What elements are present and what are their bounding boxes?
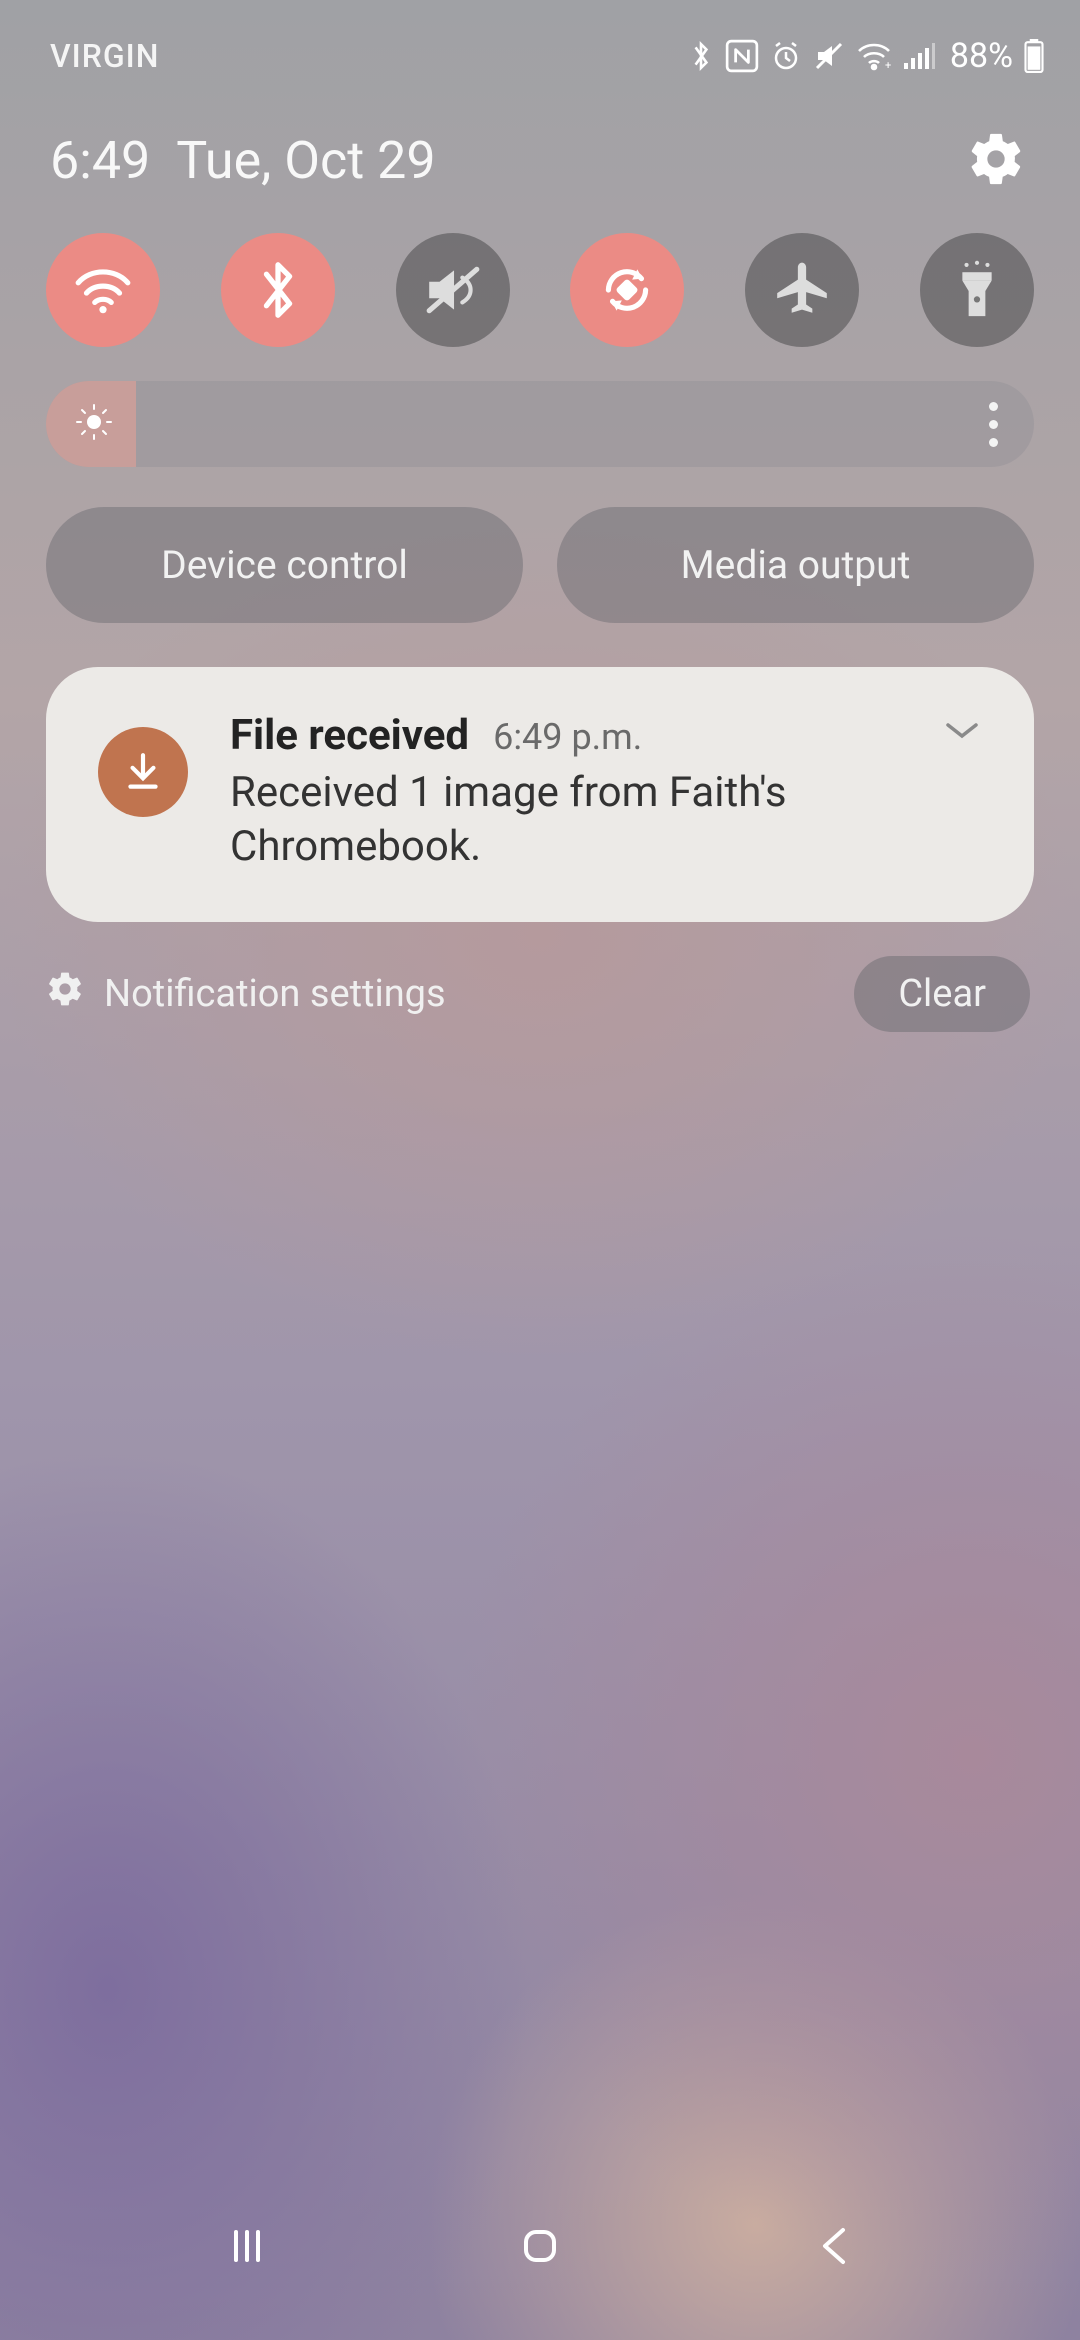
panel-time[interactable]: 6:49 xyxy=(50,130,150,191)
notification-text: Received 1 image from Faith's Chromebook… xyxy=(230,766,984,874)
brightness-slider[interactable] xyxy=(46,381,1034,467)
download-icon xyxy=(98,727,188,817)
navigation-bar xyxy=(0,2180,1080,2340)
brightness-icon xyxy=(74,402,114,446)
notification-card[interactable]: File received 6:49 p.m. Received 1 image… xyxy=(46,667,1034,922)
svg-text:+: + xyxy=(885,59,891,71)
back-button[interactable] xyxy=(773,2206,893,2286)
mute-icon xyxy=(813,40,845,72)
clear-label: Clear xyxy=(898,972,986,1016)
status-icons: + 88% xyxy=(688,36,1044,76)
flashlight-toggle[interactable] xyxy=(920,233,1034,347)
nfc-icon xyxy=(725,39,759,73)
quick-settings-row xyxy=(0,205,1080,347)
wifi-icon: + xyxy=(856,41,892,71)
wifi-toggle[interactable] xyxy=(46,233,160,347)
date-row: 6:49 Tue, Oct 29 xyxy=(0,100,1080,205)
recents-button[interactable] xyxy=(187,2206,307,2286)
home-button[interactable] xyxy=(480,2206,600,2286)
media-output-button[interactable]: Media output xyxy=(557,507,1034,623)
notification-title: File received xyxy=(230,711,469,760)
notification-settings-button[interactable]: Notification settings xyxy=(48,972,446,1016)
status-bar: VIRGIN + 88% xyxy=(0,0,1080,100)
brightness-menu-icon[interactable] xyxy=(989,402,998,447)
chevron-down-icon[interactable] xyxy=(942,717,982,747)
bluetooth-icon xyxy=(688,38,714,74)
mute-toggle[interactable] xyxy=(396,233,510,347)
battery-icon xyxy=(1024,39,1044,73)
signal-icon xyxy=(903,41,935,71)
battery-percent: 88% xyxy=(950,36,1013,76)
panel-date[interactable]: Tue, Oct 29 xyxy=(176,130,435,191)
media-output-label: Media output xyxy=(681,542,911,588)
carrier-label: VIRGIN xyxy=(50,37,159,75)
airplane-toggle[interactable] xyxy=(745,233,859,347)
device-control-label: Device control xyxy=(161,542,408,588)
notification-settings-label: Notification settings xyxy=(104,972,446,1016)
notification-body: File received 6:49 p.m. Received 1 image… xyxy=(230,711,984,874)
device-control-button[interactable]: Device control xyxy=(46,507,523,623)
rotate-toggle[interactable] xyxy=(570,233,684,347)
gear-icon xyxy=(48,972,82,1016)
control-row: Device control Media output xyxy=(0,467,1080,623)
settings-icon[interactable] xyxy=(970,133,1022,189)
bluetooth-toggle[interactable] xyxy=(221,233,335,347)
notification-time: 6:49 p.m. xyxy=(493,716,642,758)
panel-footer: Notification settings Clear xyxy=(0,922,1080,1032)
alarm-icon xyxy=(770,40,802,72)
clear-button[interactable]: Clear xyxy=(854,956,1030,1032)
